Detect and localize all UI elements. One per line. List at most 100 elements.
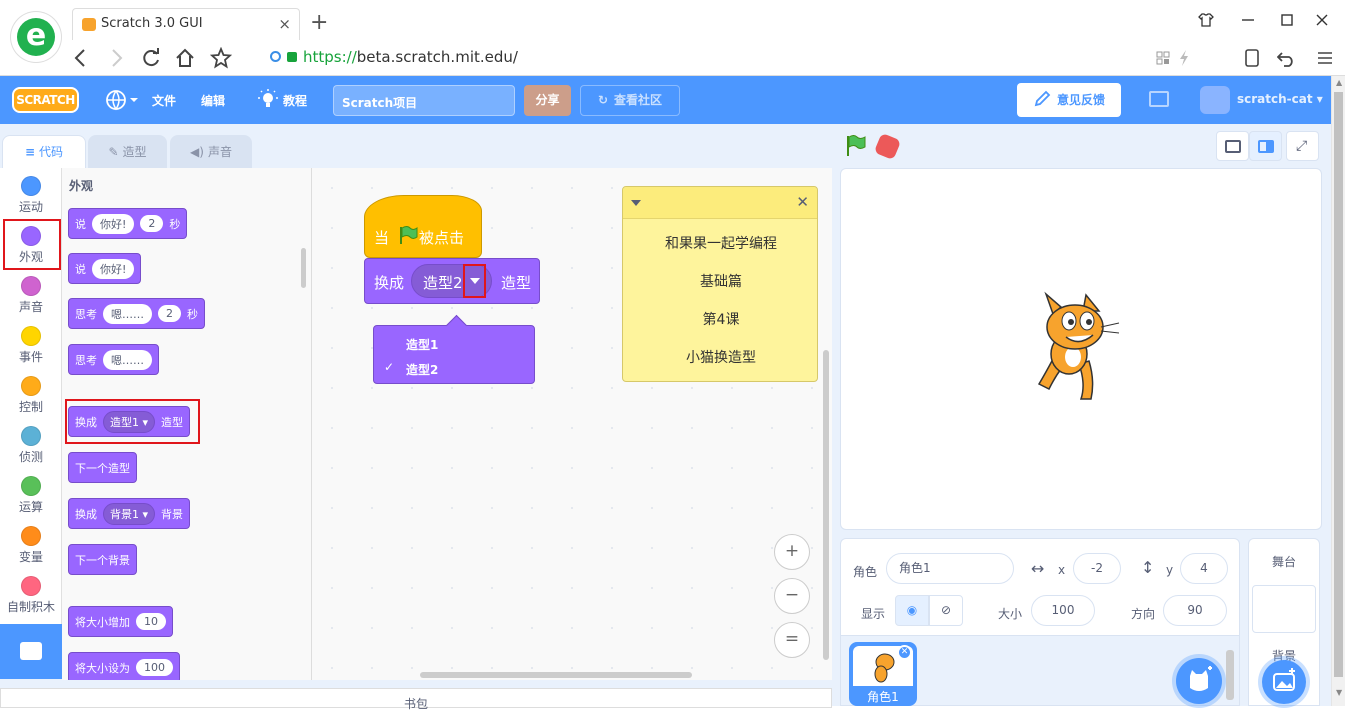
close-window-icon[interactable] bbox=[1314, 12, 1330, 28]
qr-code-icon[interactable] bbox=[1156, 51, 1170, 65]
stage-thumbnail[interactable] bbox=[1252, 585, 1316, 633]
block-next-backdrop[interactable]: 下一个背景 bbox=[68, 544, 137, 575]
close-icon[interactable]: ✕ bbox=[796, 193, 809, 211]
normal-stage-button[interactable] bbox=[1249, 131, 1282, 161]
reload-icon[interactable] bbox=[141, 48, 161, 68]
scroll-down-icon[interactable]: ▼ bbox=[1336, 688, 1342, 697]
block-input[interactable]: 嗯…… bbox=[103, 303, 152, 324]
direction-input[interactable]: 90 bbox=[1163, 595, 1227, 626]
y-input[interactable]: 4 bbox=[1180, 553, 1228, 584]
username[interactable]: scratch-cat ▾ bbox=[1237, 92, 1323, 106]
browser-tab[interactable]: Scratch 3.0 GUI × bbox=[72, 8, 300, 40]
block-input[interactable]: 嗯…… bbox=[103, 349, 152, 370]
minimize-icon[interactable] bbox=[1240, 12, 1256, 28]
highlight-dropdown-arrow[interactable] bbox=[463, 264, 486, 298]
category-operators[interactable]: 运算 bbox=[0, 468, 62, 518]
address-bar[interactable]: https://beta.scratch.mit.edu/ bbox=[270, 48, 518, 66]
collapse-arrow-icon[interactable] bbox=[631, 200, 641, 206]
category-events[interactable]: 事件 bbox=[0, 318, 62, 368]
comment-header: ✕ bbox=[623, 187, 817, 219]
share-button[interactable]: 分享 bbox=[524, 85, 571, 116]
maximize-icon[interactable] bbox=[1279, 12, 1295, 28]
tab-sounds[interactable]: ◀) 声音 bbox=[170, 135, 252, 169]
palette-section-title: 外观 bbox=[69, 179, 94, 193]
add-sprite-button[interactable] bbox=[1176, 658, 1222, 704]
backpack[interactable]: 书包 bbox=[0, 688, 832, 711]
small-stage-button[interactable] bbox=[1216, 131, 1249, 161]
scroll-up-icon[interactable]: ▲ bbox=[1336, 78, 1342, 87]
language-globe-icon[interactable] bbox=[105, 89, 139, 111]
user-avatar[interactable] bbox=[1200, 86, 1230, 114]
block-input[interactable]: 2 bbox=[140, 215, 164, 232]
when-flag-clicked-block[interactable]: 当 被点击 bbox=[364, 195, 482, 258]
block-input[interactable]: 你好! bbox=[92, 213, 135, 234]
undo-icon[interactable] bbox=[1277, 49, 1295, 67]
dropdown-option-costume1[interactable]: 造型1 bbox=[406, 336, 438, 353]
category-control[interactable]: 控制 bbox=[0, 368, 62, 418]
category-my-blocks[interactable]: 自制积木 bbox=[0, 568, 62, 618]
fullscreen-button[interactable]: ⤢ bbox=[1286, 131, 1319, 161]
comment-note[interactable]: ✕ 和果果一起学编程 基础篇 第4课 小猫换造型 bbox=[622, 186, 818, 382]
tab-code[interactable]: ≡ 代码 bbox=[2, 135, 86, 169]
lightning-icon[interactable] bbox=[1178, 50, 1190, 66]
menu-edit[interactable]: 编辑 bbox=[201, 92, 225, 109]
menu-file[interactable]: 文件 bbox=[152, 92, 176, 109]
workspace-h-scrollbar[interactable] bbox=[420, 672, 692, 678]
block-input[interactable]: 100 bbox=[136, 659, 173, 676]
new-tab-button[interactable]: + bbox=[310, 10, 328, 35]
category-sound[interactable]: 声音 bbox=[0, 268, 62, 318]
size-input[interactable]: 100 bbox=[1031, 595, 1095, 626]
green-flag-button[interactable] bbox=[845, 135, 867, 157]
scratch-cat-sprite[interactable] bbox=[1031, 289, 1126, 404]
block-say[interactable]: 说你好! bbox=[68, 253, 142, 284]
workspace-v-scrollbar[interactable] bbox=[823, 350, 829, 660]
menu-icon[interactable] bbox=[1317, 51, 1333, 65]
forward-icon[interactable] bbox=[107, 48, 125, 68]
see-community-button[interactable]: ↻ 查看社区 bbox=[580, 85, 680, 116]
add-extension-button[interactable] bbox=[0, 624, 62, 679]
favorite-star-icon[interactable] bbox=[210, 47, 232, 69]
block-change-size[interactable]: 将大小增加 10 bbox=[68, 606, 173, 637]
folder-icon[interactable] bbox=[1149, 91, 1169, 107]
feedback-button[interactable]: 意见反馈 bbox=[1017, 83, 1121, 117]
scroll-thumb[interactable] bbox=[1334, 92, 1343, 677]
x-input[interactable]: -2 bbox=[1073, 553, 1121, 584]
block-say-for-secs[interactable]: 说你好! 2 秒 bbox=[68, 208, 188, 239]
palette-scrollbar[interactable] bbox=[301, 248, 306, 288]
add-backdrop-button[interactable] bbox=[1262, 660, 1306, 704]
category-motion[interactable]: 运动 bbox=[0, 168, 62, 218]
block-think[interactable]: 思考 嗯…… bbox=[68, 344, 159, 375]
zoom-reset-button[interactable]: = bbox=[774, 622, 810, 658]
show-hidden-button[interactable]: ⊘ bbox=[929, 595, 963, 626]
dropdown-option-costume2[interactable]: 造型2 bbox=[406, 361, 438, 378]
scratch-logo[interactable]: SCRATCH bbox=[12, 87, 79, 113]
phone-icon[interactable] bbox=[1245, 49, 1259, 67]
block-think-for-secs[interactable]: 思考 嗯…… 2 秒 bbox=[68, 298, 205, 329]
zoom-out-button[interactable]: − bbox=[774, 578, 810, 614]
block-set-size[interactable]: 将大小设为 100 bbox=[68, 652, 180, 680]
block-next-costume[interactable]: 下一个造型 bbox=[68, 452, 137, 483]
sprite-name-input[interactable]: 角色1 bbox=[886, 553, 1014, 584]
menu-tutorials[interactable]: 教程 bbox=[283, 92, 307, 109]
sprite-list-scrollbar[interactable] bbox=[1226, 650, 1234, 700]
project-title-input[interactable]: Scratch项目 bbox=[333, 85, 515, 116]
home-icon[interactable] bbox=[175, 48, 195, 68]
category-sensing[interactable]: 侦测 bbox=[0, 418, 62, 468]
delete-sprite-icon[interactable]: ✕ bbox=[897, 645, 912, 660]
category-variables[interactable]: 变量 bbox=[0, 518, 62, 568]
show-visible-button[interactable]: ◉ bbox=[895, 595, 929, 626]
page-scrollbar[interactable]: ▲ ▼ bbox=[1331, 76, 1345, 706]
block-input[interactable]: 10 bbox=[136, 613, 166, 630]
security-info-icon[interactable] bbox=[270, 51, 281, 62]
block-dropdown[interactable]: 背景1 ▾ bbox=[103, 502, 156, 525]
tab-costumes[interactable]: ✎ 造型 bbox=[88, 135, 167, 169]
shirt-icon[interactable] bbox=[1198, 12, 1214, 28]
block-input[interactable]: 2 bbox=[158, 305, 181, 322]
block-input[interactable]: 你好! bbox=[92, 258, 135, 279]
tab-close-icon[interactable]: × bbox=[278, 15, 291, 33]
back-icon[interactable] bbox=[72, 48, 90, 68]
block-switch-backdrop[interactable]: 换成 背景1 ▾ 背景 bbox=[68, 498, 191, 529]
category-control-dot bbox=[21, 376, 41, 396]
zoom-in-button[interactable]: + bbox=[774, 534, 810, 570]
stage-canvas[interactable] bbox=[840, 168, 1322, 530]
